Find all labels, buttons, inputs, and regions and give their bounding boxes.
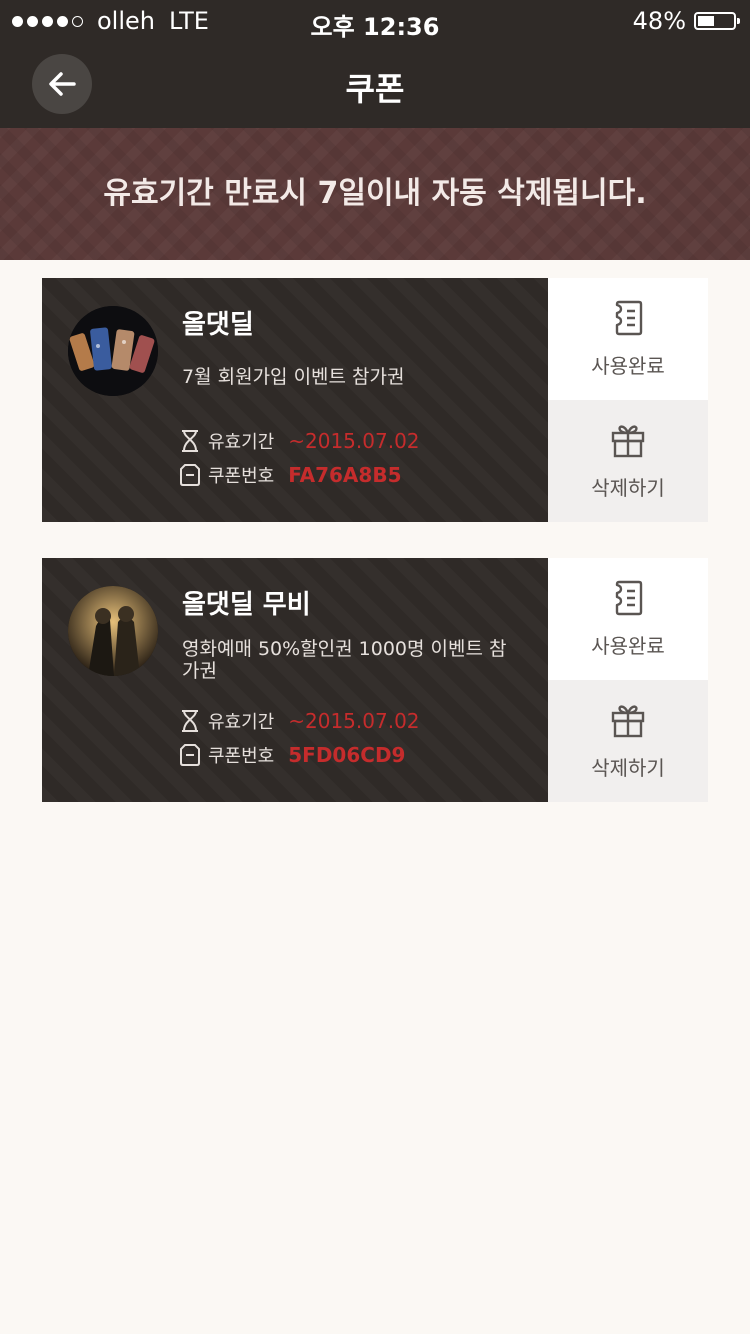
coupon-title: 올댓딜 <box>182 310 254 340</box>
coupon-thumbnail <box>68 306 158 396</box>
battery-percent: 48% <box>632 7 686 35</box>
expiry-row: 유효기간 ~2015.07.02 <box>180 708 420 734</box>
coupon-actions: 사용완료 삭제하기 <box>548 558 708 802</box>
nav-bar: 쿠폰 <box>0 44 750 128</box>
tag-icon <box>180 464 200 486</box>
status-bar: olleh LTE 오후 12:36 48% <box>0 0 750 44</box>
expiry-label: 유효기간 <box>208 712 275 733</box>
delete-button[interactable]: 삭제하기 <box>548 400 708 522</box>
code-row: 쿠폰번호 FA76A8B5 <box>180 462 401 488</box>
delete-button[interactable]: 삭제하기 <box>548 680 708 802</box>
mark-used-label: 사용완료 <box>591 633 665 658</box>
hourglass-icon <box>182 430 198 452</box>
code-label: 쿠폰번호 <box>208 746 275 767</box>
expiry-value: ~2015.07.02 <box>288 709 420 733</box>
gift-icon <box>611 424 645 457</box>
coupon-card: 올댓딜 7월 회원가입 이벤트 참가권 유효기간 ~2015.07.02 쿠폰번… <box>42 278 708 522</box>
mark-used-button[interactable]: 사용완료 <box>548 558 708 680</box>
gift-icon <box>611 704 645 737</box>
mark-used-button[interactable]: 사용완료 <box>548 278 708 400</box>
coupon-description: 7월 회원가입 이벤트 참가권 <box>182 366 405 388</box>
delete-label: 삭제하기 <box>591 755 665 780</box>
page-title: 쿠폰 <box>345 70 405 108</box>
receipt-icon <box>615 580 643 615</box>
hourglass-icon <box>182 710 198 732</box>
expiry-value: ~2015.07.02 <box>288 429 420 453</box>
battery-icon <box>694 12 740 30</box>
coupon-body: 올댓딜 7월 회원가입 이벤트 참가권 유효기간 ~2015.07.02 쿠폰번… <box>42 278 554 522</box>
coupon-title: 올댓딜 무비 <box>182 590 311 620</box>
mark-used-label: 사용완료 <box>591 353 665 378</box>
delete-label: 삭제하기 <box>591 475 665 500</box>
code-label: 쿠폰번호 <box>208 466 275 487</box>
expiry-label: 유효기간 <box>208 432 275 453</box>
code-row: 쿠폰번호 5FD06CD9 <box>180 742 405 768</box>
battery-info: 48% <box>632 7 740 35</box>
coupon-actions: 사용완료 삭제하기 <box>548 278 708 522</box>
coupon-description: 영화예매 50%할인권 1000명 이벤트 참가권 <box>182 638 507 682</box>
expiry-notice-banner: 유효기간 만료시 7일이내 자동 삭제됩니다. <box>0 128 750 260</box>
coupon-body: 올댓딜 무비 영화예매 50%할인권 1000명 이벤트 참가권 유효기간 ~2… <box>42 558 554 802</box>
coupon-code[interactable]: FA76A8B5 <box>288 463 401 487</box>
tag-icon <box>180 744 200 766</box>
coupon-code[interactable]: 5FD06CD9 <box>288 743 405 767</box>
coupon-thumbnail <box>68 586 158 676</box>
coupon-card: 올댓딜 무비 영화예매 50%할인권 1000명 이벤트 참가권 유효기간 ~2… <box>42 558 708 802</box>
expiry-row: 유효기간 ~2015.07.02 <box>180 428 420 454</box>
receipt-icon <box>615 300 643 335</box>
